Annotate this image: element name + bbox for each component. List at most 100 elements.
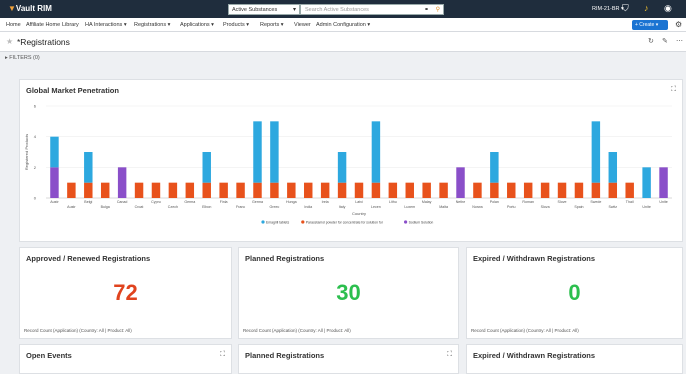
chevron-down-icon: ▾ bbox=[292, 7, 296, 13]
top-bar: ▼Vault RIM Active Substances ▾ Search Act… bbox=[0, 0, 686, 18]
bar-paracetamol bbox=[507, 182, 516, 198]
bar-paracetamol bbox=[304, 182, 313, 198]
search-icon[interactable]: ⚲ bbox=[436, 6, 440, 13]
x-tick-label: Hunga bbox=[286, 200, 297, 204]
nav-affiliate-home[interactable]: Affiliate Home bbox=[26, 22, 60, 28]
bar-paracetamol bbox=[67, 182, 76, 198]
card-title: Open Events bbox=[26, 351, 72, 360]
bar-paracetamol bbox=[84, 182, 93, 198]
bar-paracetamol bbox=[540, 182, 550, 198]
legend-marker bbox=[301, 220, 305, 224]
binoculars-icon[interactable]: ⚭ bbox=[424, 6, 429, 13]
bar-emagrill bbox=[50, 136, 59, 168]
bar-paracetamol bbox=[388, 182, 398, 198]
bar-sodium bbox=[456, 167, 465, 198]
bar-emagrill bbox=[490, 152, 499, 183]
legend-marker bbox=[404, 220, 408, 224]
planned-registrations-card-2: Planned Registrations ⛶ bbox=[238, 344, 459, 374]
x-tick-label: Nethe bbox=[456, 200, 466, 204]
y-axis-label: Registered Products bbox=[24, 134, 29, 170]
x-tick-label: Slova bbox=[541, 205, 550, 209]
nav-viewer[interactable]: Viewer bbox=[294, 22, 311, 28]
bar-paracetamol bbox=[354, 182, 364, 198]
approved-renewed-card: Approved / Renewed Registrations 72 Reco… bbox=[19, 247, 232, 339]
bar-paracetamol bbox=[253, 182, 262, 198]
planned-count[interactable]: 30 bbox=[239, 280, 458, 306]
x-tick-label: Croat bbox=[135, 205, 144, 209]
x-tick-label: Portu bbox=[507, 205, 516, 209]
legend-entry: Paracetamol powder for concentrate for s… bbox=[306, 220, 384, 224]
x-tick-label: Lithu bbox=[389, 200, 397, 204]
bar-emagrill bbox=[371, 121, 381, 183]
card-footer: Record Count (Application) (Country: All… bbox=[243, 328, 351, 333]
bar-emagrill bbox=[642, 167, 651, 198]
expand-icon[interactable]: ⛶ bbox=[447, 351, 452, 359]
edit-pencil-icon[interactable]: ✎ bbox=[662, 37, 668, 45]
expand-icon[interactable]: ⛶ bbox=[220, 351, 225, 359]
nav-reports[interactable]: Reports ▾ bbox=[260, 22, 284, 28]
search-input[interactable]: Search Active Substances ⚭ ⚲ bbox=[300, 4, 444, 15]
nav-products[interactable]: Products ▾ bbox=[223, 22, 249, 28]
create-button[interactable]: + Create ▾ bbox=[632, 20, 668, 30]
bar-emagrill bbox=[270, 121, 279, 183]
x-tick-label: Austr bbox=[50, 200, 59, 204]
x-tick-label: Franc bbox=[236, 205, 245, 209]
search-scope-select[interactable]: Active Substances ▾ bbox=[228, 4, 300, 15]
x-tick-label: Malay bbox=[422, 200, 432, 204]
vault-logo[interactable]: ▼Vault RIM bbox=[8, 4, 52, 13]
notification-bell-icon[interactable]: ♪ bbox=[644, 3, 649, 13]
approved-count[interactable]: 72 bbox=[20, 280, 231, 306]
refresh-icon[interactable]: ↻ bbox=[648, 37, 654, 45]
nav-registrations[interactable]: Registrations ▾ bbox=[134, 22, 170, 28]
bar-paracetamol bbox=[557, 182, 567, 198]
bar-paracetamol bbox=[371, 182, 381, 198]
page-title: *Registrations bbox=[17, 37, 70, 47]
x-tick-label: Swede bbox=[590, 200, 601, 204]
vault-selector[interactable]: RIM-21-BR ▾ bbox=[592, 6, 624, 12]
x-tick-label: Greec bbox=[270, 205, 280, 209]
legend-marker bbox=[261, 220, 265, 224]
favorite-star-icon[interactable]: ★ bbox=[6, 37, 13, 46]
nav-admin-configuration[interactable]: Admin Configuration ▾ bbox=[316, 22, 370, 28]
bar-paracetamol bbox=[439, 182, 448, 198]
x-tick-label: Latvi bbox=[355, 200, 363, 204]
filters-toggle[interactable]: ▸ FILTERS (0) bbox=[5, 55, 40, 61]
x-tick-label: Unite bbox=[642, 205, 650, 209]
nav-library[interactable]: Library bbox=[62, 22, 79, 28]
x-tick-label: Bulga bbox=[101, 205, 110, 209]
bar-paracetamol bbox=[219, 182, 228, 198]
gear-icon[interactable]: ⚙ bbox=[675, 20, 682, 29]
user-avatar-icon[interactable]: ◉ bbox=[664, 3, 672, 14]
cart-icon[interactable]: ⛉ bbox=[622, 3, 629, 14]
chevron-down-icon[interactable]: ▾ bbox=[656, 22, 659, 28]
bar-paracetamol bbox=[473, 182, 482, 198]
bar-emagrill bbox=[202, 152, 211, 183]
y-tick-label: 2 bbox=[34, 165, 37, 170]
card-footer: Record Count (Application) (Country: All… bbox=[471, 328, 579, 333]
nav-ha-interactions[interactable]: HA Interactions ▾ bbox=[85, 22, 127, 28]
bar-paracetamol bbox=[134, 182, 144, 198]
x-tick-label: Malta bbox=[439, 205, 448, 209]
x-axis-label: Country bbox=[352, 211, 366, 216]
bar-paracetamol bbox=[574, 182, 584, 198]
x-tick-label: Finla bbox=[220, 200, 228, 204]
x-tick-label: India bbox=[304, 205, 312, 209]
bar-paracetamol bbox=[202, 182, 211, 198]
more-actions-icon[interactable]: ⋯ bbox=[676, 37, 683, 45]
bar-paracetamol bbox=[287, 182, 296, 198]
x-tick-label: Austr bbox=[67, 205, 76, 209]
card-title: Expired / Withdrawn Registrations bbox=[473, 351, 596, 360]
x-tick-label: Lecen bbox=[371, 205, 381, 209]
planned-registrations-card: Planned Registrations 30 Record Count (A… bbox=[238, 247, 459, 339]
bar-paracetamol bbox=[168, 182, 178, 198]
bar-emagrill bbox=[253, 121, 262, 183]
nav-applications[interactable]: Applications ▾ bbox=[180, 22, 214, 28]
x-tick-label: Spain bbox=[574, 205, 583, 209]
x-tick-label: Switz bbox=[608, 205, 617, 209]
x-tick-label: Cypru bbox=[151, 200, 161, 204]
nav-home[interactable]: Home bbox=[6, 22, 21, 28]
page-title-bar: ★ *Registrations ↻ ✎ ⋯ bbox=[0, 32, 686, 52]
legend-entry: Sodium Solution bbox=[409, 220, 434, 224]
expired-count[interactable]: 0 bbox=[467, 280, 682, 306]
bar-paracetamol bbox=[608, 182, 618, 198]
